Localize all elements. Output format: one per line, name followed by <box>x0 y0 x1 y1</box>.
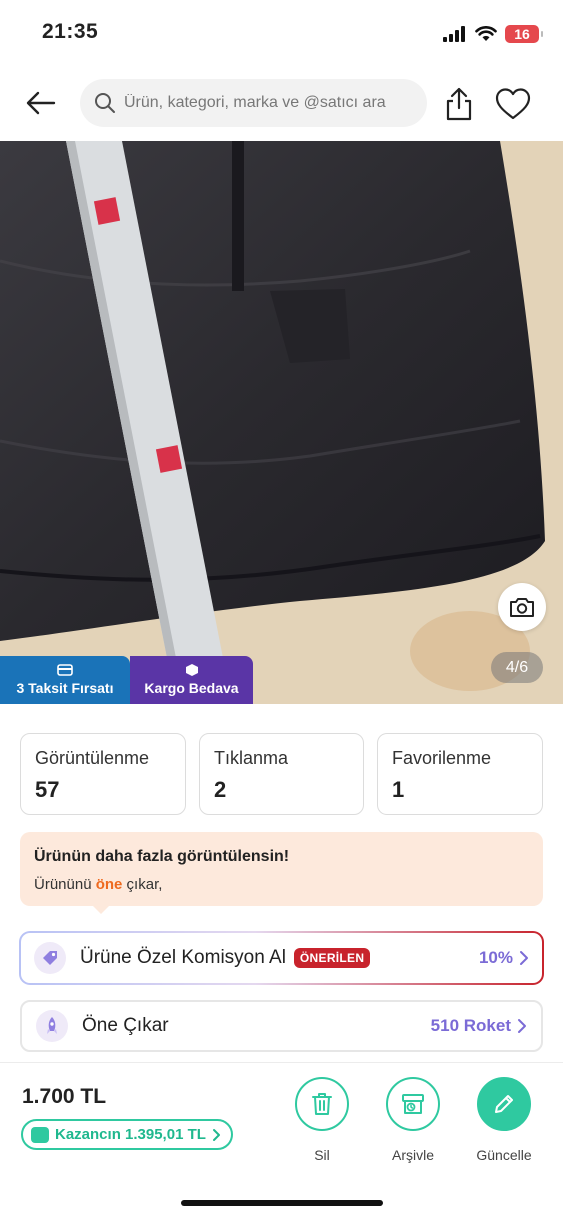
chevron-right-icon <box>518 1019 526 1033</box>
boost-value: 510 Roket <box>430 1016 511 1035</box>
stat-clicks: Tıklanma 2 <box>199 733 364 815</box>
search-icon <box>95 93 115 113</box>
heart-icon <box>495 88 531 120</box>
installment-label: 3 Taksit Fırsatı <box>16 680 114 696</box>
camera-icon <box>510 598 534 617</box>
camera-button[interactable] <box>498 583 546 631</box>
home-indicator <box>181 1200 383 1206</box>
promo-pointer <box>92 905 110 914</box>
stat-value: 2 <box>214 777 227 802</box>
commission-label: Ürüne Özel Komisyon Al <box>80 947 286 968</box>
archive-button[interactable]: Arşivle <box>373 1077 453 1163</box>
promo-title: Ürünün daha fazla görüntülensin! <box>34 848 290 865</box>
commission-option[interactable]: Ürüne Özel Komisyon Al ÖNERİLEN 10% <box>19 931 544 985</box>
wifi-icon <box>475 26 497 41</box>
signal-icon <box>443 26 465 42</box>
promo-subtitle: Ürününü öne çıkar, <box>34 876 529 893</box>
pencil-icon <box>477 1077 531 1131</box>
share-button[interactable] <box>442 86 476 122</box>
chevron-right-icon <box>520 951 528 965</box>
archive-label: Arşivle <box>391 1147 434 1163</box>
share-icon <box>446 87 472 121</box>
credit-card-icon <box>57 664 73 676</box>
wallet-icon <box>31 1126 49 1143</box>
earnings-pill[interactable]: Kazancın 1.395,01 TL <box>21 1119 233 1150</box>
back-button[interactable] <box>24 86 58 120</box>
stat-favorites: Favorilenme 1 <box>377 733 543 815</box>
image-counter: 4/6 <box>491 652 543 683</box>
delete-label: Sil <box>314 1147 330 1163</box>
promo-sub-text: Ürününü <box>34 876 96 893</box>
price: 1.700 TL <box>22 1085 107 1108</box>
product-image <box>0 141 563 704</box>
delete-button[interactable]: Sil <box>282 1077 362 1163</box>
divider <box>0 1062 563 1063</box>
stat-label: Favorilenme <box>392 748 492 768</box>
update-label: Güncelle <box>476 1147 532 1163</box>
recommended-badge: ÖNERİLEN <box>293 948 371 968</box>
stat-value: 57 <box>35 777 60 802</box>
stat-label: Görüntülenme <box>35 748 150 768</box>
package-icon <box>185 664 198 676</box>
stat-value: 1 <box>392 777 405 802</box>
arrow-left-icon <box>26 91 56 115</box>
promo-highlight: öne <box>95 876 123 893</box>
search-bar[interactable] <box>80 79 427 127</box>
stat-label: Tıklanma <box>214 748 289 768</box>
status-time: 21:35 <box>42 20 99 43</box>
commission-value: 10% <box>478 948 513 967</box>
archive-icon <box>386 1077 440 1131</box>
rocket-icon <box>36 1010 68 1042</box>
promo-sub-text-end: çıkar, <box>122 876 163 893</box>
free-shipping-label: Kargo Bedava <box>144 680 239 696</box>
earnings-label: Kazancın 1.395,01 TL <box>55 1126 206 1143</box>
favorite-button[interactable] <box>495 87 531 121</box>
product-photo[interactable] <box>0 141 563 704</box>
chevron-right-icon <box>212 1128 220 1141</box>
free-shipping-badge: Kargo Bedava <box>130 656 253 704</box>
boost-label: Öne Çıkar <box>82 1015 169 1036</box>
promo-banner: Ürünün daha fazla görüntülensin! Ürününü… <box>20 832 543 906</box>
status-icons: 16 <box>443 22 543 46</box>
installment-badge: 3 Taksit Fırsatı <box>0 656 130 704</box>
stat-views: Görüntülenme 57 <box>20 733 186 815</box>
trash-icon <box>295 1077 349 1131</box>
tag-icon <box>34 942 66 974</box>
boost-option[interactable]: Öne Çıkar 510 Roket <box>20 1000 543 1052</box>
battery-icon: 16 <box>505 25 543 43</box>
search-input[interactable] <box>124 94 414 112</box>
update-button[interactable]: Güncelle <box>464 1077 544 1163</box>
